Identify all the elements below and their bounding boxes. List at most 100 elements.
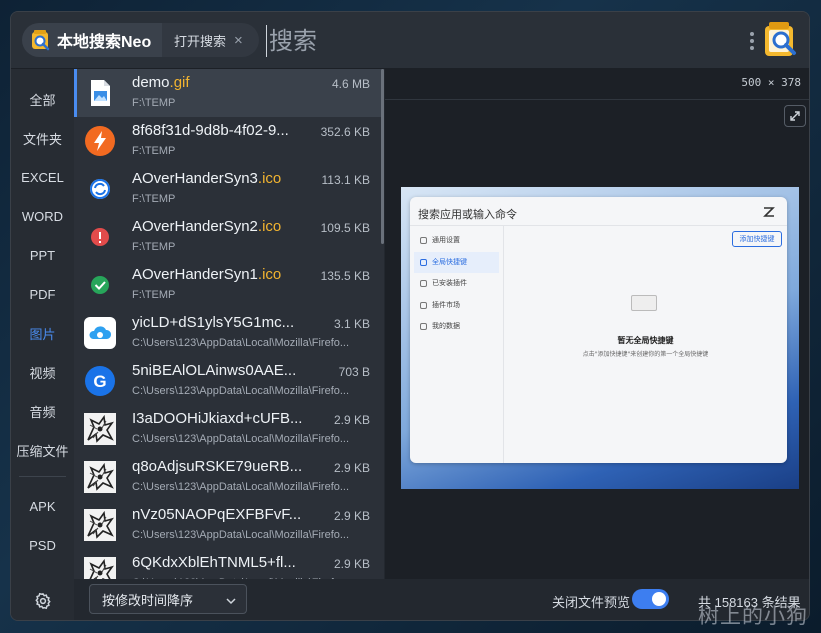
- category-video[interactable]: 视频: [11, 353, 74, 392]
- search-input[interactable]: [266, 25, 726, 57]
- preview-mock-menu-item: 我的数据: [410, 316, 503, 338]
- result-name-base: yicLD+dS1ylsY5G1mc...: [132, 314, 295, 331]
- preview-mock-menu-label: 插件市场: [432, 300, 460, 309]
- result-name-base: 5niBEAlOLAinws0AAE...: [132, 362, 297, 379]
- result-path: F:\TEMP: [132, 145, 176, 157]
- result-path: C:\Users\123\AppData\Local\Mozilla\Firef…: [132, 481, 350, 493]
- category-sidebar: 全部 文件夹 EXCEL WORD PPT PDF 图片 视频 音频 压缩文件 …: [11, 69, 74, 579]
- dragon-thumbnail-icon: [84, 461, 116, 493]
- google-icon: G: [84, 365, 116, 397]
- toggle-knob: [652, 592, 666, 606]
- result-row[interactable]: demo.gif F:\TEMP 4.6 MB: [74, 69, 384, 117]
- sync-icon: [84, 173, 116, 205]
- result-size: 703 B: [338, 365, 370, 379]
- result-name: nVz05NAOPqEXFBFvF...: [132, 506, 312, 523]
- result-name-base: nVz05NAOPqEXFBFvF...: [132, 506, 302, 523]
- category-label: 压缩文件: [16, 444, 69, 459]
- result-row[interactable]: G 5niBEAlOLAinws0AAE... C:\Users\123\AppDa…: [74, 357, 384, 405]
- result-name: 6QKdxXblEhTNML5+fl...: [132, 554, 312, 571]
- expand-icon[interactable]: [784, 105, 806, 127]
- preview-pane: 500 × 378 搜索应用或输入命令 通用设置 全局快捷键 已安装插件 插件市…: [385, 69, 809, 579]
- result-name-extension: .ico: [257, 170, 282, 187]
- sidebar-footer: [11, 579, 74, 620]
- preview-mock-menu-item: 已安装插件: [410, 273, 503, 295]
- app-tab[interactable]: 本地搜索Neo: [22, 23, 162, 57]
- result-row[interactable]: AOverHanderSyn1.ico F:\TEMP 135.5 KB: [74, 261, 384, 309]
- preview-mock-menu-label: 全局快捷键: [432, 257, 467, 266]
- preview-mock-menu-item: 通用设置: [410, 230, 503, 252]
- category-psd[interactable]: PSD: [11, 526, 74, 565]
- preview-toggle[interactable]: [632, 589, 669, 609]
- result-row[interactable]: q8oAdjsuRSKE79ueRB... C:\Users\123\AppDat…: [74, 453, 384, 501]
- category-image[interactable]: 图片: [11, 314, 74, 353]
- svg-text:G: G: [93, 372, 106, 391]
- result-list[interactable]: demo.gif F:\TEMP 4.6 MB 8f68f31d-9d8b-4f02-…: [74, 69, 384, 579]
- result-size: 113.1 KB: [321, 173, 370, 187]
- result-name-base: I3aDOOHiJkiaxd+cUFB...: [132, 410, 303, 427]
- category-apk[interactable]: APK: [11, 487, 74, 526]
- result-size: 2.9 KB: [333, 509, 370, 523]
- category-audio[interactable]: 音频: [11, 392, 74, 431]
- result-name-base: AOverHanderSyn1: [132, 266, 258, 283]
- more-options-icon[interactable]: [749, 30, 755, 52]
- watermark: 树上的小狗: [698, 604, 808, 628]
- open-search-tab[interactable]: 打开搜索 ×: [162, 23, 259, 57]
- result-path: C:\Users\123\AppData\Local\Mozilla\Firef…: [132, 529, 350, 541]
- lightning-app-icon: [84, 125, 116, 157]
- result-row[interactable]: AOverHanderSyn2.ico F:\TEMP 109.5 KB: [74, 213, 384, 261]
- preview-mock-menu-icon: [420, 258, 427, 266]
- result-row[interactable]: nVz05NAOPqEXFBFvF... C:\Users\123\AppData…: [74, 501, 384, 549]
- dragon-thumbnail-icon: [84, 413, 116, 445]
- dragon-thumbnail-icon: [84, 509, 116, 541]
- result-row[interactable]: 8f68f31d-9d8b-4f02-9... F:\TEMP 352.6 KB: [74, 117, 384, 165]
- category-archive[interactable]: 压缩文件: [11, 431, 74, 470]
- result-path: C:\Users\123\AppData\Local\Mozilla\Firef…: [132, 385, 350, 397]
- preview-mock-menu-label: 已安装插件: [432, 279, 467, 287]
- result-size: 109.5 KB: [320, 221, 370, 235]
- result-row[interactable]: AOverHanderSyn3.ico F:\TEMP 113.1 KB: [74, 165, 384, 213]
- category-word[interactable]: WORD: [11, 197, 74, 236]
- result-name-base: q8oAdjsuRSKE79ueRB...: [132, 458, 303, 475]
- image-file-icon: [84, 77, 116, 109]
- preview-mock-menu: 通用设置 全局快捷键 已安装插件 插件市场 我的数据: [410, 226, 504, 463]
- result-size: 352.6 KB: [320, 125, 370, 139]
- category-label: PPT: [29, 248, 56, 263]
- result-row[interactable]: I3aDOOHiJkiaxd+cUFB... C:\Users\123\AppDa…: [74, 405, 384, 453]
- preview-mock-add-button: 添加快捷键: [732, 231, 782, 247]
- category-label: APK: [29, 499, 56, 514]
- sort-select[interactable]: 按修改时间降序: [89, 584, 247, 614]
- result-row[interactable]: yicLD+dS1ylsY5G1mc... C:\Users\123\AppDat…: [74, 309, 384, 357]
- result-name-base: 6QKdxXblEhTNML5+fl...: [132, 554, 296, 571]
- app-window: 本地搜索Neo 打开搜索 × 全部 文件夹 EXCEL WORD PPT PDF…: [10, 11, 810, 621]
- result-name-base: AOverHanderSyn3: [132, 170, 258, 187]
- preview-mock-logo-icon: [762, 205, 776, 219]
- preview-mock-window: 搜索应用或输入命令 通用设置 全局快捷键 已安装插件 插件市场 我的数据 添加快…: [410, 197, 787, 463]
- category-pdf[interactable]: PDF: [11, 275, 74, 314]
- result-size: 4.6 MB: [331, 77, 370, 91]
- gear-icon[interactable]: [34, 592, 52, 610]
- result-row[interactable]: 6QKdxXblEhTNML5+fl...C:\Users\123\AppDat…: [74, 549, 384, 579]
- sidebar-divider: [19, 476, 66, 477]
- preview-mock-keyboard-icon: [631, 295, 657, 311]
- app-logo-icon[interactable]: [761, 20, 801, 60]
- result-path: C:\Users\123\AppData\Local\Mozilla\Firef…: [132, 433, 350, 445]
- result-name: AOverHanderSyn1.ico: [132, 266, 312, 283]
- result-name: AOverHanderSyn2.ico: [132, 218, 312, 235]
- preview-mock-menu-icon: [420, 237, 427, 244]
- list-scrollbar[interactable]: [381, 69, 384, 244]
- category-label: 文件夹: [22, 132, 62, 147]
- close-icon[interactable]: ×: [234, 32, 243, 49]
- preview-mock-menu-icon: [420, 301, 427, 309]
- result-name: I3aDOOHiJkiaxd+cUFB...: [132, 410, 312, 427]
- result-name-base: 8f68f31d-9d8b-4f02-9...: [132, 122, 289, 139]
- category-label: PDF: [29, 287, 56, 302]
- category-folder[interactable]: 文件夹: [11, 119, 74, 158]
- preview-toggle-label: 关闭文件预览: [552, 595, 631, 610]
- result-name: 5niBEAlOLAinws0AAE...: [132, 362, 312, 379]
- category-excel[interactable]: EXCEL: [11, 158, 74, 197]
- open-search-tab-label: 打开搜索: [174, 33, 227, 49]
- result-name: AOverHanderSyn3.ico: [132, 170, 312, 187]
- category-label: WORD: [21, 209, 64, 224]
- category-ppt[interactable]: PPT: [11, 236, 74, 275]
- category-all[interactable]: 全部: [11, 80, 74, 119]
